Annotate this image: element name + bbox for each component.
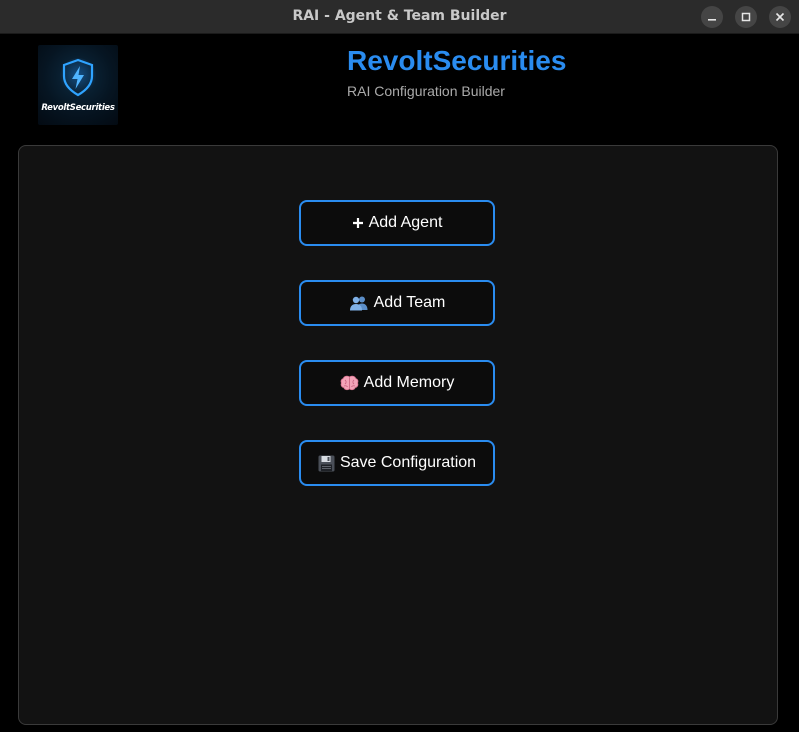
app-header: RevoltSecurities RevoltSecurities RAI Co… <box>0 34 799 145</box>
save-configuration-button[interactable]: Save Configuration <box>299 440 495 486</box>
main-panel: Add Agent Add Team Add Memory Save Confi… <box>18 145 778 725</box>
shield-lightning-icon <box>60 58 96 97</box>
add-agent-label: Add Agent <box>368 214 443 231</box>
brand-logo: RevoltSecurities <box>38 45 118 125</box>
people-icon <box>349 295 369 311</box>
minimize-button[interactable] <box>701 6 723 28</box>
app-subtitle: RAI Configuration Builder <box>347 83 505 99</box>
window-title: RAI - Agent & Team Builder <box>292 8 507 24</box>
add-memory-button[interactable]: Add Memory <box>299 360 495 406</box>
logo-text: RevoltSecurities <box>41 103 115 113</box>
brain-icon <box>340 375 359 391</box>
add-agent-button[interactable]: Add Agent <box>299 200 495 246</box>
add-team-label: Add Team <box>373 294 446 311</box>
close-button[interactable] <box>769 6 791 28</box>
app-title: RevoltSecurities <box>347 45 567 76</box>
plus-icon <box>352 217 364 229</box>
maximize-button[interactable] <box>735 6 757 28</box>
add-team-button[interactable]: Add Team <box>299 280 495 326</box>
save-configuration-label: Save Configuration <box>339 454 477 471</box>
add-memory-label: Add Memory <box>363 374 455 391</box>
app-window: RAI - Agent & Team Builder RevoltSecurit… <box>0 0 799 732</box>
close-icon <box>775 12 785 22</box>
maximize-icon <box>741 12 751 22</box>
minimize-icon <box>708 19 716 21</box>
floppy-disk-icon <box>318 455 335 472</box>
title-bar[interactable]: RAI - Agent & Team Builder <box>0 0 799 34</box>
